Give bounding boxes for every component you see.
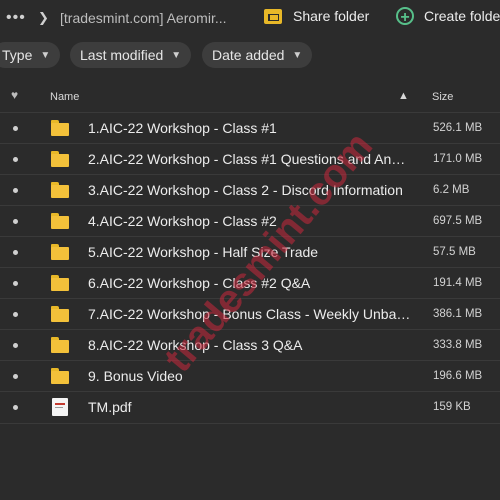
table-row[interactable]: 2.AIC-22 Workshop - Class #1 Questions a… bbox=[0, 143, 500, 175]
file-name: 4.AIC-22 Workshop - Class #2 bbox=[88, 213, 277, 229]
file-name: 7.AIC-22 Workshop - Bonus Class - Weekly… bbox=[88, 306, 412, 322]
row-bullet-icon bbox=[13, 405, 18, 410]
file-size: 191.4 MB bbox=[433, 277, 483, 289]
file-name: 1.AIC-22 Workshop - Class #1 bbox=[88, 120, 277, 136]
filter-date-added-label: Date added bbox=[212, 47, 285, 63]
name-column-header[interactable]: Name bbox=[50, 91, 79, 103]
file-name: TM.pdf bbox=[88, 399, 132, 415]
table-row[interactable]: 6.AIC-22 Workshop - Class #2 Q&A 191.4 M… bbox=[0, 267, 500, 299]
file-size: 6.2 MB bbox=[433, 184, 470, 196]
folder-icon bbox=[51, 120, 69, 136]
breadcrumb[interactable]: [tradesmint.com] Aeromir... bbox=[60, 10, 227, 26]
file-name: 9. Bonus Video bbox=[88, 368, 183, 384]
filter-date-added[interactable]: Date added ▼ bbox=[202, 42, 313, 68]
row-bullet-icon bbox=[13, 281, 18, 286]
pdf-file-icon bbox=[52, 398, 68, 416]
folder-icon bbox=[51, 337, 69, 353]
share-folder-icon bbox=[264, 8, 282, 24]
table-row[interactable]: 5.AIC-22 Workshop - Half Size Trade 57.5… bbox=[0, 236, 500, 268]
table-row[interactable]: 1.AIC-22 Workshop - Class #1 526.1 MB bbox=[0, 112, 500, 144]
heart-icon[interactable]: ♥ bbox=[11, 88, 18, 102]
create-folder-label: Create folde bbox=[424, 8, 500, 24]
row-bullet-icon bbox=[13, 343, 18, 348]
table-header: ♥ Name ▲ Size bbox=[0, 82, 500, 112]
table-row[interactable]: TM.pdf 159 KB bbox=[0, 391, 500, 424]
sort-ascending-icon[interactable]: ▲ bbox=[398, 90, 409, 102]
folder-icon bbox=[51, 306, 69, 322]
row-bullet-icon bbox=[13, 188, 18, 193]
file-size: 57.5 MB bbox=[433, 246, 476, 258]
chevron-down-icon: ▼ bbox=[171, 49, 182, 61]
folder-icon bbox=[51, 368, 69, 384]
size-column-header[interactable]: Size bbox=[432, 91, 453, 103]
row-bullet-icon bbox=[13, 219, 18, 224]
file-size: 526.1 MB bbox=[433, 122, 483, 134]
row-bullet-icon bbox=[13, 312, 18, 317]
table-row[interactable]: 3.AIC-22 Workshop - Class 2 - Discord In… bbox=[0, 174, 500, 206]
file-name: 6.AIC-22 Workshop - Class #2 Q&A bbox=[88, 275, 311, 291]
file-size: 171.0 MB bbox=[433, 153, 483, 165]
folder-icon bbox=[51, 213, 69, 229]
file-size: 333.8 MB bbox=[433, 339, 483, 351]
table-row[interactable]: 4.AIC-22 Workshop - Class #2 697.5 MB bbox=[0, 205, 500, 237]
table-row[interactable]: 8.AIC-22 Workshop - Class 3 Q&A 333.8 MB bbox=[0, 329, 500, 361]
row-bullet-icon bbox=[13, 250, 18, 255]
file-name: 8.AIC-22 Workshop - Class 3 Q&A bbox=[88, 337, 303, 353]
row-bullet-icon bbox=[13, 126, 18, 131]
file-size: 697.5 MB bbox=[433, 215, 483, 227]
filter-last-modified-label: Last modified bbox=[80, 47, 164, 63]
folder-icon bbox=[51, 151, 69, 167]
table-row[interactable]: 7.AIC-22 Workshop - Bonus Class - Weekly… bbox=[0, 298, 500, 330]
file-name: 2.AIC-22 Workshop - Class #1 Questions a… bbox=[88, 151, 412, 167]
row-bullet-icon bbox=[13, 157, 18, 162]
file-size: 196.6 MB bbox=[433, 370, 483, 382]
chevron-down-icon: ▼ bbox=[292, 49, 303, 61]
file-name: 5.AIC-22 Workshop - Half Size Trade bbox=[88, 244, 319, 260]
file-name: 3.AIC-22 Workshop - Class 2 - Discord In… bbox=[88, 182, 403, 198]
filter-last-modified[interactable]: Last modified ▼ bbox=[70, 42, 192, 68]
filter-type[interactable]: Type ▼ bbox=[0, 42, 61, 68]
share-folder-label: Share folder bbox=[293, 8, 370, 24]
folder-icon bbox=[51, 244, 69, 260]
chevron-right-icon: ❯ bbox=[38, 10, 49, 25]
share-folder-button[interactable]: Share folder bbox=[264, 8, 369, 24]
file-size: 159 KB bbox=[433, 401, 471, 413]
more-options-icon[interactable]: ••• bbox=[6, 9, 26, 27]
file-size: 386.1 MB bbox=[433, 308, 483, 320]
plus-circle-icon: + bbox=[396, 7, 414, 26]
chevron-down-icon: ▼ bbox=[40, 49, 51, 61]
table-row[interactable]: 9. Bonus Video 196.6 MB bbox=[0, 360, 500, 392]
top-bar: ••• ❯ [tradesmint.com] Aeromir... Share … bbox=[0, 0, 500, 36]
folder-icon bbox=[51, 275, 69, 291]
folder-icon bbox=[51, 182, 69, 198]
create-folder-button[interactable]: + Create folde bbox=[396, 7, 500, 26]
filter-type-label: Type bbox=[2, 47, 33, 63]
row-bullet-icon bbox=[13, 374, 18, 379]
